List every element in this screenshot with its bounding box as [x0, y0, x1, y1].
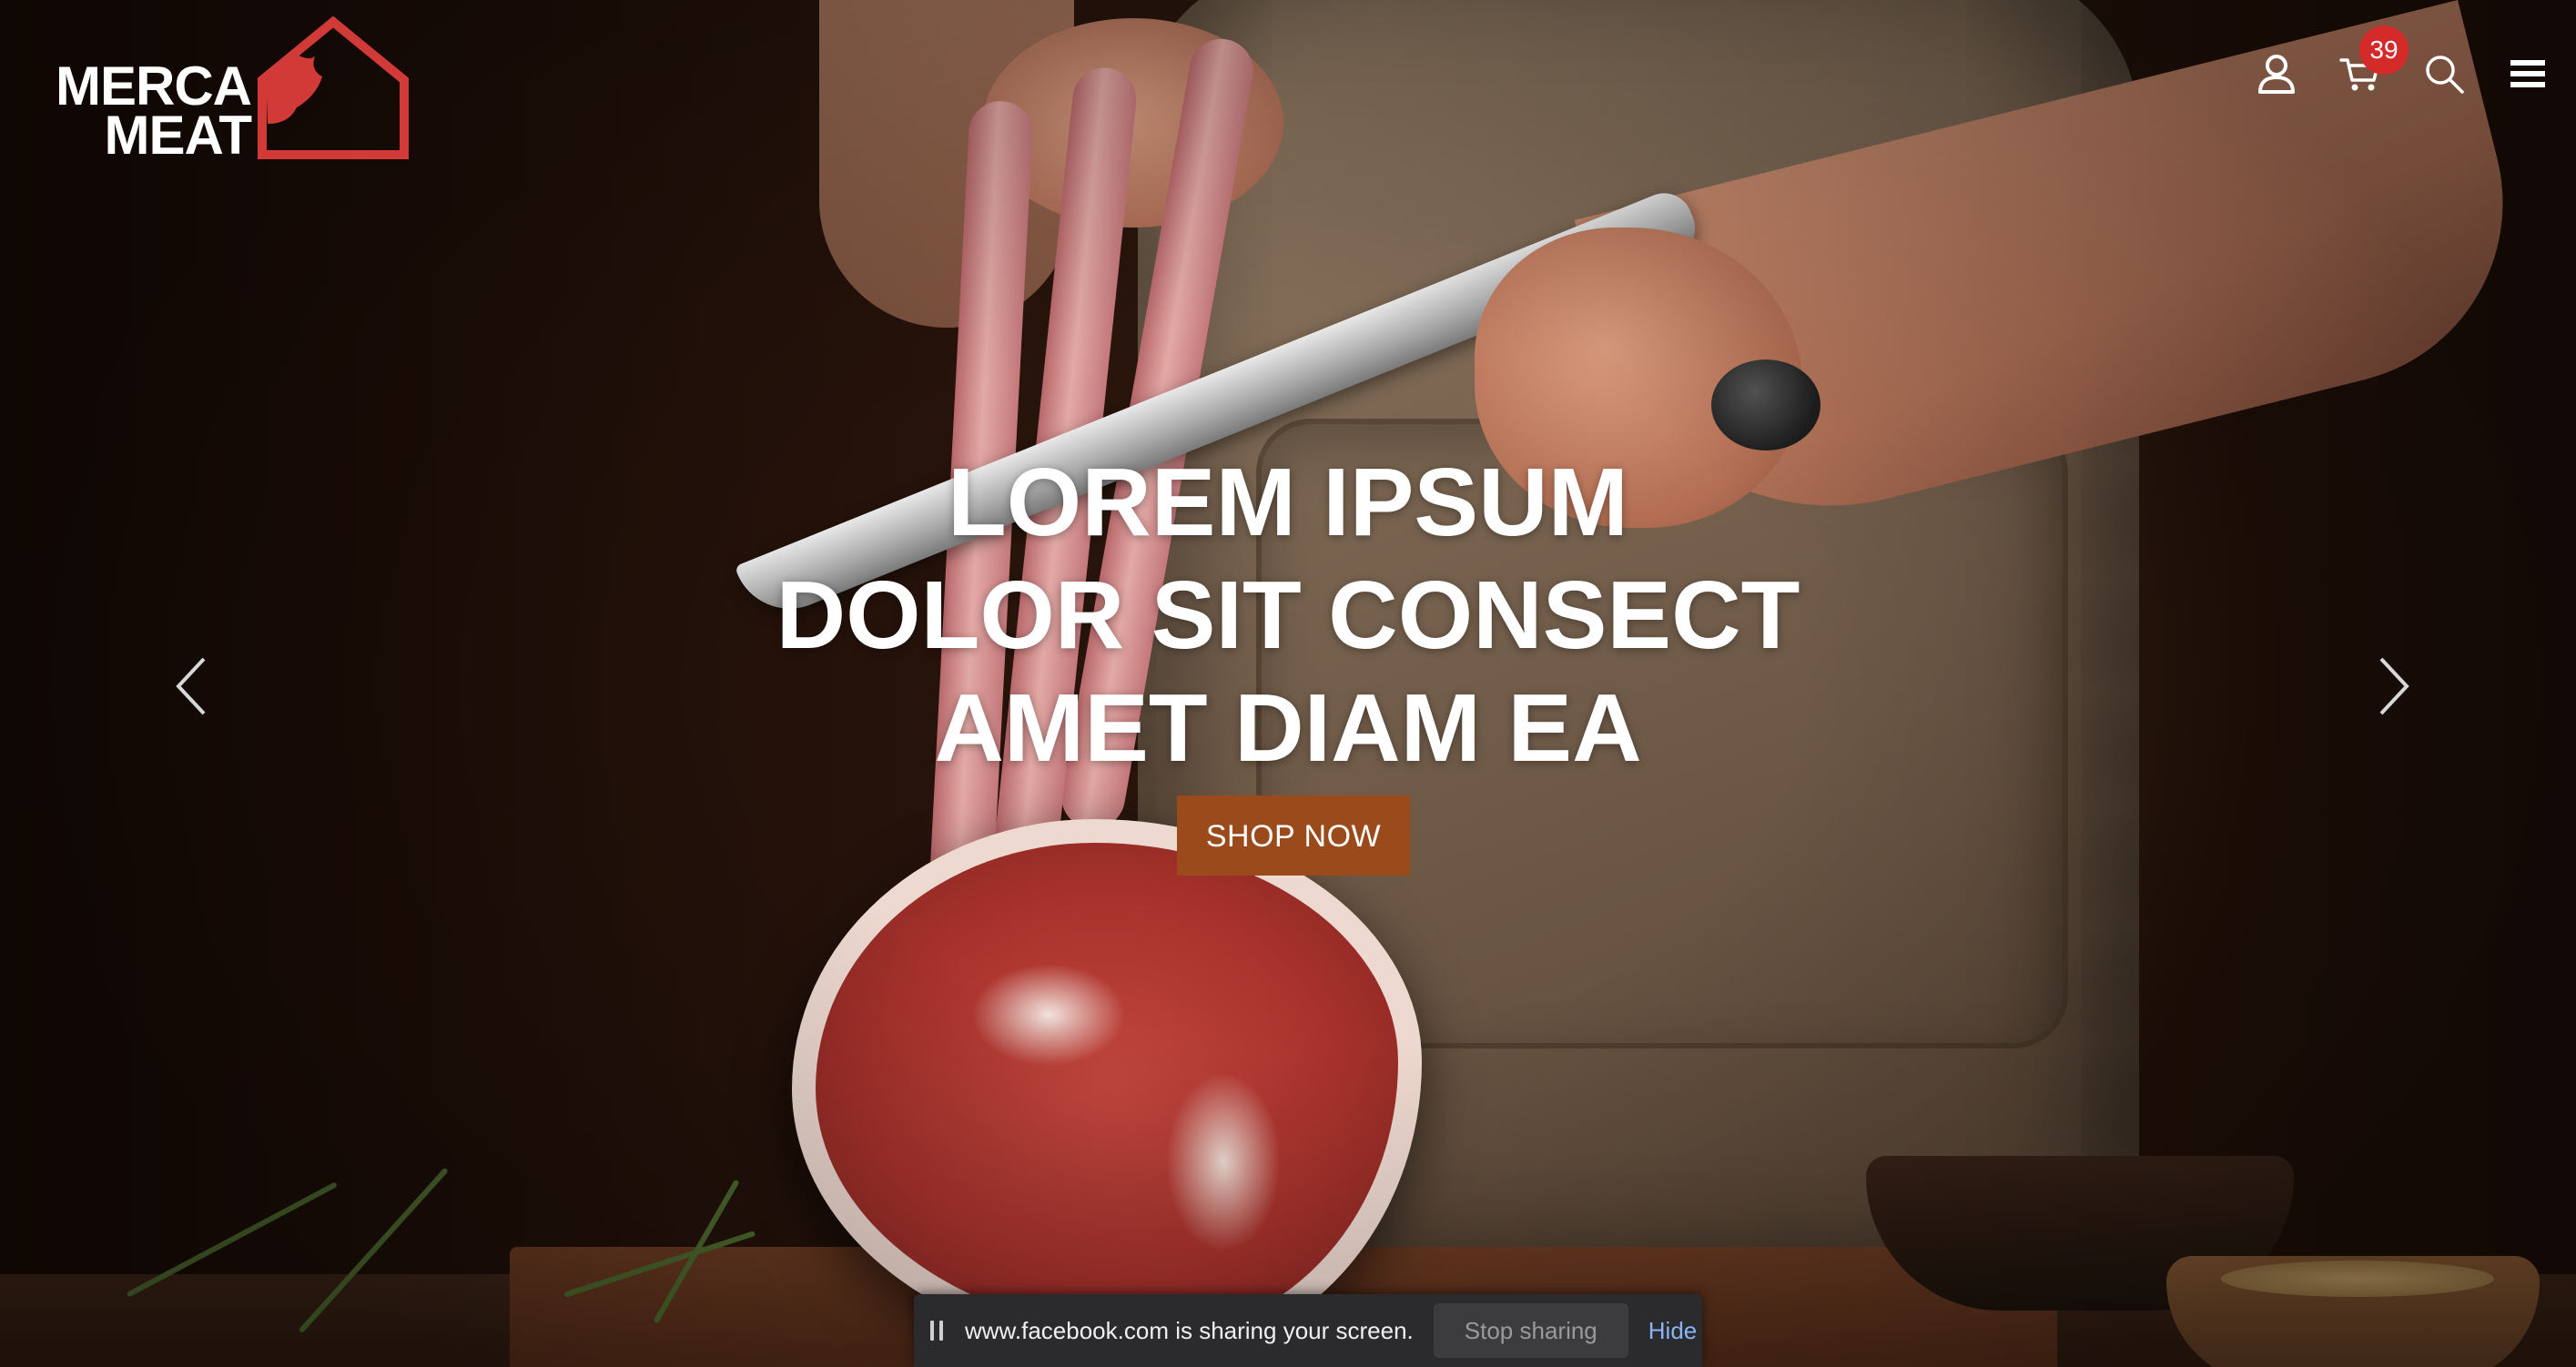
shop-now-button[interactable]: SHOP NOW	[1177, 795, 1410, 876]
screen-share-bar: www.facebook.com is sharing your screen.…	[914, 1294, 1702, 1367]
brand-logo[interactable]: MERCA MEAT	[40, 16, 413, 166]
page: MERCA MEAT 39 LOREM IPSUM DOLOR SIT CONS…	[0, 0, 2576, 1367]
brand-line-1: MERCA	[56, 56, 252, 116]
screen-share-message: www.facebook.com is sharing your screen.	[965, 1316, 1414, 1344]
hero-headline: LOREM IPSUM DOLOR SIT CONSECT AMET DIAM …	[0, 446, 2576, 785]
header-actions: 39	[2256, 25, 2549, 95]
hero-headline-line-2: DOLOR SIT CONSECT	[776, 562, 1800, 669]
hero-headline-line-3: AMET DIAM EA	[934, 674, 1642, 782]
brand-line-2: MEAT	[104, 105, 252, 166]
cart-count-badge: 39	[2359, 25, 2409, 75]
hero-headline-line-1: LOREM IPSUM	[948, 449, 1628, 556]
brand-wordmark: MERCA MEAT	[40, 56, 252, 166]
search-icon[interactable]	[2423, 53, 2465, 95]
hide-button[interactable]: Hide	[1648, 1317, 1697, 1345]
drag-handle-icon[interactable]	[930, 1321, 948, 1341]
menu-icon[interactable]	[2507, 53, 2549, 95]
stop-sharing-button[interactable]: Stop sharing	[1433, 1303, 1628, 1358]
house-bull-icon	[258, 16, 409, 159]
user-icon[interactable]	[2256, 53, 2297, 95]
cart-button[interactable]: 39	[2339, 25, 2409, 95]
